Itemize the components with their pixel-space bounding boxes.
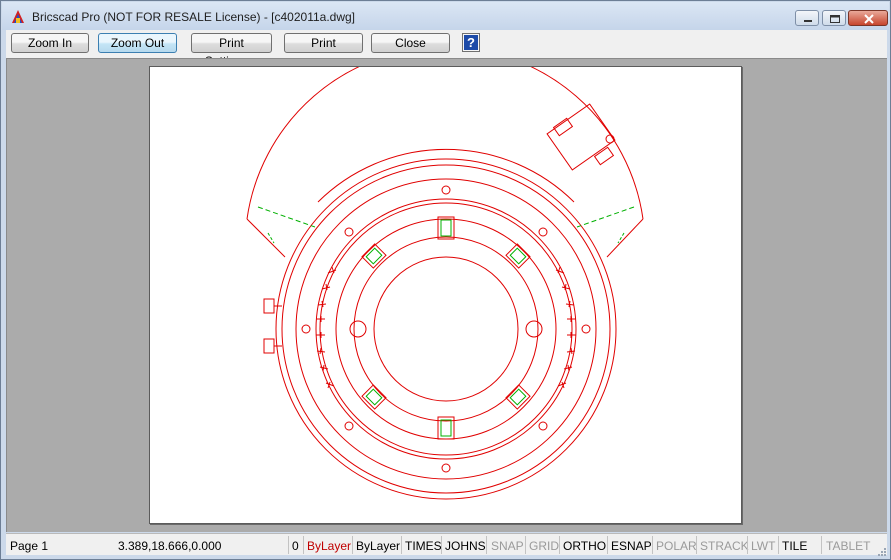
status-color[interactable]: ByLayer	[307, 539, 351, 553]
status-strack-toggle[interactable]: STRACK	[700, 539, 749, 553]
maximize-button[interactable]	[822, 10, 846, 26]
minimize-button[interactable]	[795, 10, 819, 26]
status-divider	[525, 536, 526, 554]
status-divider	[607, 536, 608, 554]
help-button[interactable]: ?	[462, 33, 480, 52]
preview-canvas[interactable]	[6, 46, 887, 532]
paper-sheet	[149, 46, 742, 524]
status-divider	[486, 536, 487, 554]
minimize-icon	[804, 20, 812, 22]
close-button[interactable]: Close	[371, 33, 450, 53]
zoom-in-button[interactable]: Zoom In	[11, 33, 89, 53]
svg-text:?: ?	[467, 35, 475, 50]
resize-grip-icon[interactable]	[877, 547, 887, 557]
status-lwt-toggle[interactable]: LWT	[751, 539, 775, 553]
title-bar[interactable]: Bricscad Pro (NOT FOR RESALE License) - …	[2, 2, 889, 30]
status-snap-toggle[interactable]: SNAP	[491, 539, 524, 553]
status-divider	[303, 536, 304, 554]
bricscad-app-icon	[12, 10, 24, 23]
status-dimstyle[interactable]: JOHNS	[445, 539, 486, 553]
status-tile-toggle[interactable]: TILE	[782, 539, 807, 553]
status-bar: Page 1 3.389,18.666,0.000 0 ByLayer ByLa…	[6, 533, 887, 555]
status-divider	[821, 536, 822, 554]
print-preview-window: Bricscad Pro (NOT FOR RESALE License) - …	[0, 0, 891, 560]
status-textstyle[interactable]: TIMES	[405, 539, 442, 553]
status-tablet-toggle[interactable]: TABLET	[826, 539, 870, 553]
window-title: Bricscad Pro (NOT FOR RESALE License) - …	[32, 10, 356, 24]
cad-drawing-preview	[246, 46, 644, 500]
status-esnap-toggle[interactable]: ESNAP	[611, 539, 652, 553]
status-divider	[441, 536, 442, 554]
status-divider	[652, 536, 653, 554]
status-divider	[352, 536, 353, 554]
status-divider	[778, 536, 779, 554]
print-button[interactable]: Print	[284, 33, 363, 53]
status-divider	[288, 536, 289, 554]
status-divider	[401, 536, 402, 554]
status-linetype[interactable]: ByLayer	[356, 539, 400, 553]
print-settings-button[interactable]: Print Settings...	[191, 33, 272, 68]
zoom-out-button[interactable]: Zoom Out	[98, 33, 177, 53]
status-page: Page 1	[10, 539, 49, 553]
toolbar: Zoom In Zoom Out Print Settings... Print…	[6, 30, 887, 68]
status-ortho-toggle[interactable]: ORTHO	[563, 539, 606, 553]
status-divider	[747, 536, 748, 554]
close-window-button[interactable]	[848, 10, 888, 26]
status-coordinates: 3.389,18.666,0.000	[118, 539, 222, 553]
close-icon	[864, 14, 874, 24]
status-divider	[559, 536, 560, 554]
help-icon: ?	[464, 35, 478, 50]
maximize-icon	[830, 15, 840, 23]
status-layer[interactable]: 0	[292, 539, 299, 553]
status-grid-toggle[interactable]: GRID	[529, 539, 559, 553]
status-divider	[696, 536, 697, 554]
status-polar-toggle[interactable]: POLAR	[656, 539, 697, 553]
